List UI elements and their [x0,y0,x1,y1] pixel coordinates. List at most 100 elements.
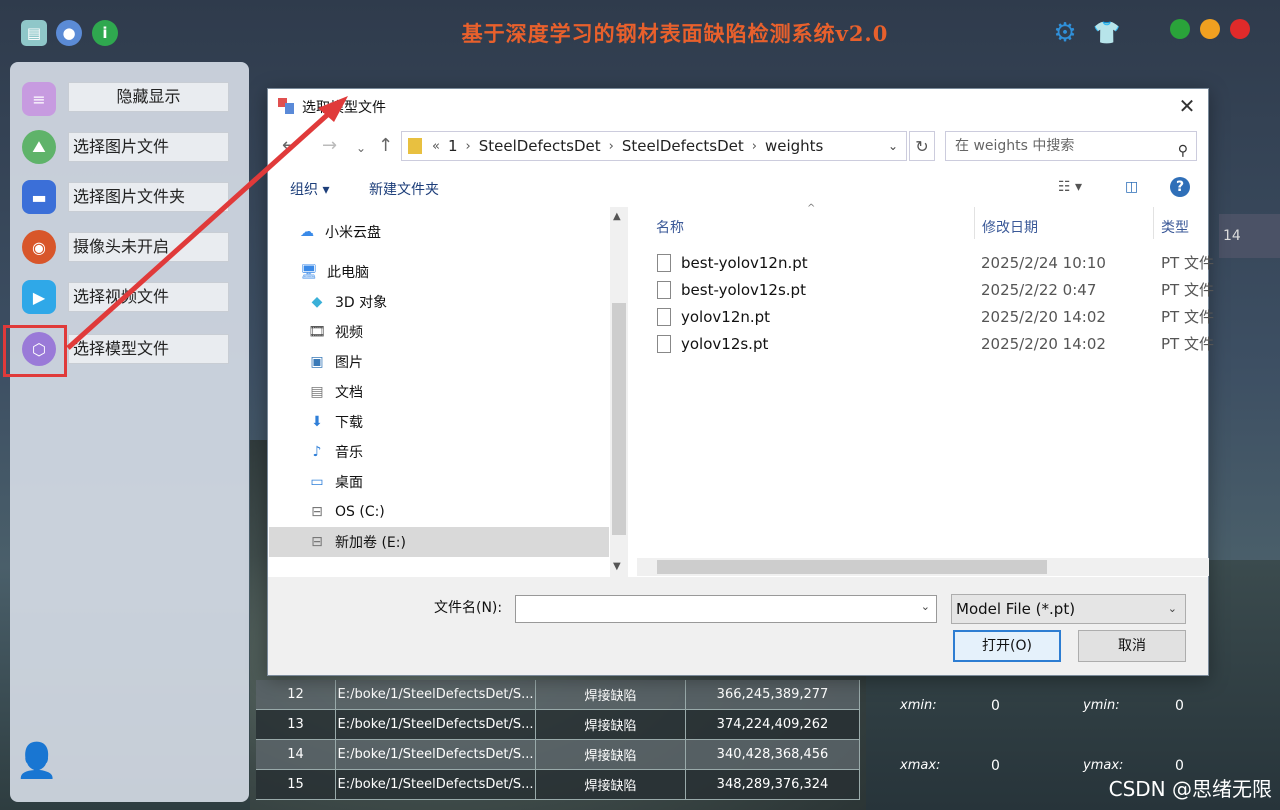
file-type-select[interactable]: Model File (*.pt) ⌄ [951,594,1186,624]
nav-scrollbar[interactable]: ▲ ▼ [610,207,628,577]
skin-icon[interactable]: 👕 [1092,20,1122,46]
address-dropdown-icon[interactable]: ⌄ [888,139,898,153]
nav-item-mi-cloud[interactable]: ☁ 小米云盘 [269,217,609,247]
file-row[interactable]: best-yolov12n.pt 2025/2/24 10:10 PT 文件 [657,249,1217,276]
breadcrumb-item[interactable]: SteelDefectsDet [473,137,607,155]
organize-button[interactable]: 组织 ▾ [290,179,329,199]
column-date[interactable]: 修改日期 [982,217,1038,237]
image-file-icon: ⛰ [22,130,56,164]
picture-icon: ▣ [310,354,324,370]
dialog-title: 选取模型文件 [302,100,386,116]
nav-item-pictures[interactable]: ▣ 图片 [269,347,609,377]
column-type[interactable]: 类型 [1161,217,1189,237]
file-icon [657,253,671,272]
back-icon[interactable]: ← [282,135,297,156]
breadcrumb-sep-icon[interactable]: › [464,139,473,154]
column-divider[interactable] [1153,207,1154,239]
table-row[interactable]: 13 E:/boke/1/SteelDefectsDet/S... 焊接缺陷 3… [256,710,860,740]
breadcrumb-item[interactable]: weights [759,137,829,155]
table-row[interactable]: 12 E:/boke/1/SteelDefectsDet/S... 焊接缺陷 3… [256,680,860,710]
download-icon: ⬇ [311,414,323,430]
title-bar: ▤ ● i 基于深度学习的钢材表面缺陷检测系统v2.0 ⚙ 👕 [0,0,1280,62]
nav-item-downloads[interactable]: ⬇ 下载 [269,407,609,437]
column-name[interactable]: 名称 [656,217,684,237]
file-list: 名称 ^ 修改日期 类型 best-yolov12n.pt 2025/2/24 … [637,203,1214,577]
breadcrumb-sep-icon[interactable]: › [750,139,759,154]
nav-item-desktop[interactable]: ▭ 桌面 [269,467,609,497]
scroll-thumb[interactable] [612,303,626,535]
user-avatar-icon[interactable]: 👤 [16,741,58,781]
folder-icon [408,138,422,154]
overflow-chevron-icon[interactable]: « [430,139,442,154]
table-row[interactable]: 15 E:/boke/1/SteelDefectsDet/S... 焊接缺陷 3… [256,770,860,800]
xmin-label: xmin: [900,698,937,713]
scroll-down-icon[interactable]: ▼ [613,561,621,572]
file-icon [657,280,671,299]
file-dialog: 选取模型文件 ✕ ← → ⌄ ↑ « 1 › SteelDefectsDet ›… [267,88,1214,676]
select-image-button[interactable]: 选择图片文件 [68,132,229,162]
select-video-button[interactable]: 选择视频文件 [68,282,229,312]
select-folder-button[interactable]: 选择图片文件夹 [68,182,229,212]
camera-button[interactable]: 摄像头未开启 [68,232,229,262]
nav-item-3d[interactable]: ◆ 3D 对象 [269,287,609,317]
chevron-down-icon: ⌄ [1167,602,1177,615]
xmin-value: 0 [991,698,1000,714]
nav-item-music[interactable]: ♪ 音乐 [269,437,609,467]
file-hscrollbar[interactable] [637,558,1209,576]
watermark: CSDN @思绪无限 [1108,777,1272,801]
nav-item-documents[interactable]: ▤ 文档 [269,377,609,407]
toggle-display-button[interactable]: 隐藏显示 [68,82,229,112]
breadcrumb-item[interactable]: 1 [442,137,464,155]
file-row[interactable]: best-yolov12s.pt 2025/2/22 0:47 PT 文件 [657,276,1217,303]
help-icon[interactable]: ? [1170,177,1190,197]
refresh-icon[interactable]: ↻ [909,131,935,161]
cloud-icon: ☁ [300,224,314,240]
cancel-button[interactable]: 取消 [1078,630,1186,662]
search-input[interactable]: 在 weights 中搜索 ⚲ [945,131,1197,161]
column-divider[interactable] [974,207,975,239]
navigation-pane: ☁ 小米云盘 🖥 此电脑 ◆ 3D 对象 🎞 视频 ▣ 图片 ▤ 文档 ⬇ 下载 ♪ 音乐 ▭ 桌… [269,207,627,577]
nav-item-drive-c[interactable]: ⊟ OS (C:) [269,497,609,527]
filename-dropdown-icon[interactable]: ⌄ [921,600,930,613]
folder-icon: ▬ [22,180,56,214]
scroll-up-icon[interactable]: ▲ [613,211,621,222]
cube-icon: ◆ [311,294,323,310]
xmax-value: 0 [991,758,1000,774]
document-icon: ▤ [310,384,324,400]
dialog-close-icon[interactable]: ✕ [1174,93,1200,119]
breadcrumb-sep-icon[interactable]: › [607,139,616,154]
nav-item-video[interactable]: 🎞 视频 [269,317,609,347]
ymax-label: ymax: [1083,758,1124,773]
minimize-button[interactable] [1200,19,1220,39]
select-model-button[interactable]: 选择模型文件 [68,334,229,364]
up-icon[interactable]: ↑ [378,135,393,156]
new-folder-button[interactable]: 新建文件夹 [369,179,439,199]
table-row[interactable]: 14 E:/boke/1/SteelDefectsDet/S... 焊接缺陷 3… [256,740,860,770]
hscroll-thumb[interactable] [657,560,1047,574]
settings-icon[interactable]: ⚙ [1050,18,1080,48]
ymax-value: 0 [1175,758,1184,774]
file-row[interactable]: yolov12s.pt 2025/2/20 14:02 PT 文件 [657,330,1217,357]
open-button[interactable]: 打开(O) [953,630,1061,662]
view-options-icon[interactable]: ☷ ▾ [1058,179,1082,195]
nav-item-this-pc[interactable]: 🖥 此电脑 [269,257,609,287]
forward-icon[interactable]: → [322,135,337,156]
maximize-button[interactable] [1170,19,1190,39]
sort-caret-icon: ^ [807,203,816,214]
computer-icon: 🖥 [300,264,318,280]
recent-dropdown-icon[interactable]: ⌄ [356,141,366,155]
file-row[interactable]: yolov12n.pt 2025/2/20 14:02 PT 文件 [657,303,1217,330]
menu-icon[interactable]: ≡ [22,82,56,116]
dialog-footer: 文件名(N): ⌄ Model File (*.pt) ⌄ 打开(O) 取消 [268,577,1208,675]
breadcrumb-item[interactable]: SteelDefectsDet [616,137,750,155]
file-icon [657,334,671,353]
drive-icon: ⊟ [311,534,323,550]
nav-item-drive-e[interactable]: ⊟ 新加卷 (E:) [269,527,609,557]
filename-input[interactable]: ⌄ [515,595,937,623]
sidebar: ≡ 隐藏显示 ⛰ 选择图片文件 ▬ 选择图片文件夹 ◉ 摄像头未开启 ▶ 选择视… [10,62,249,802]
drive-icon: ⊟ [311,504,323,520]
preview-pane-icon[interactable]: ◫ [1125,179,1138,195]
close-app-button[interactable] [1230,19,1250,39]
address-bar[interactable]: « 1 › SteelDefectsDet › SteelDefectsDet … [401,131,907,161]
app-title: 基于深度学习的钢材表面缺陷检测系统v2.0 [461,21,889,46]
